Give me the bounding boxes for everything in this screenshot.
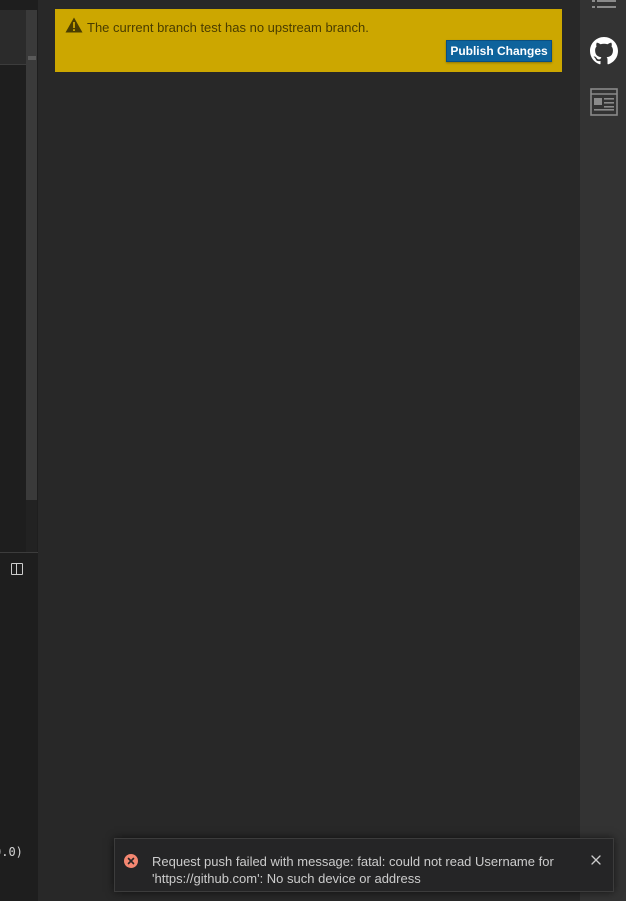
notification-message-line2: 'https://github.com': No such device or … bbox=[152, 871, 421, 886]
notification-message-line1: Request push failed with message: fatal:… bbox=[152, 854, 554, 869]
editor-scrollbar[interactable] bbox=[26, 10, 37, 500]
activity-bar bbox=[580, 0, 626, 901]
close-icon[interactable] bbox=[589, 853, 603, 867]
editor-scroll-track bbox=[26, 500, 37, 552]
panel-divider[interactable] bbox=[0, 552, 38, 553]
notification-message: Request push failed with message: fatal:… bbox=[152, 853, 572, 887]
github-icon[interactable] bbox=[590, 37, 618, 65]
app-window: 0.0) The current branch test has no upst… bbox=[0, 0, 626, 901]
editor-tab-divider bbox=[0, 64, 26, 65]
list-icon[interactable] bbox=[592, 0, 616, 10]
editor-scroll-marker bbox=[28, 56, 36, 60]
publish-changes-button[interactable]: Publish Changes bbox=[446, 40, 552, 62]
editor-tab-strip bbox=[0, 10, 26, 64]
terminal-output: 0.0) bbox=[0, 845, 23, 859]
main-area bbox=[38, 0, 580, 901]
warning-icon bbox=[65, 17, 83, 33]
upstream-warning-banner: The current branch test has no upstream … bbox=[55, 9, 562, 72]
error-icon bbox=[124, 854, 138, 868]
preview-icon[interactable] bbox=[590, 88, 618, 116]
split-panel-icon[interactable] bbox=[11, 563, 23, 575]
error-notification: Request push failed with message: fatal:… bbox=[114, 838, 614, 892]
warning-message: The current branch test has no upstream … bbox=[87, 20, 369, 35]
